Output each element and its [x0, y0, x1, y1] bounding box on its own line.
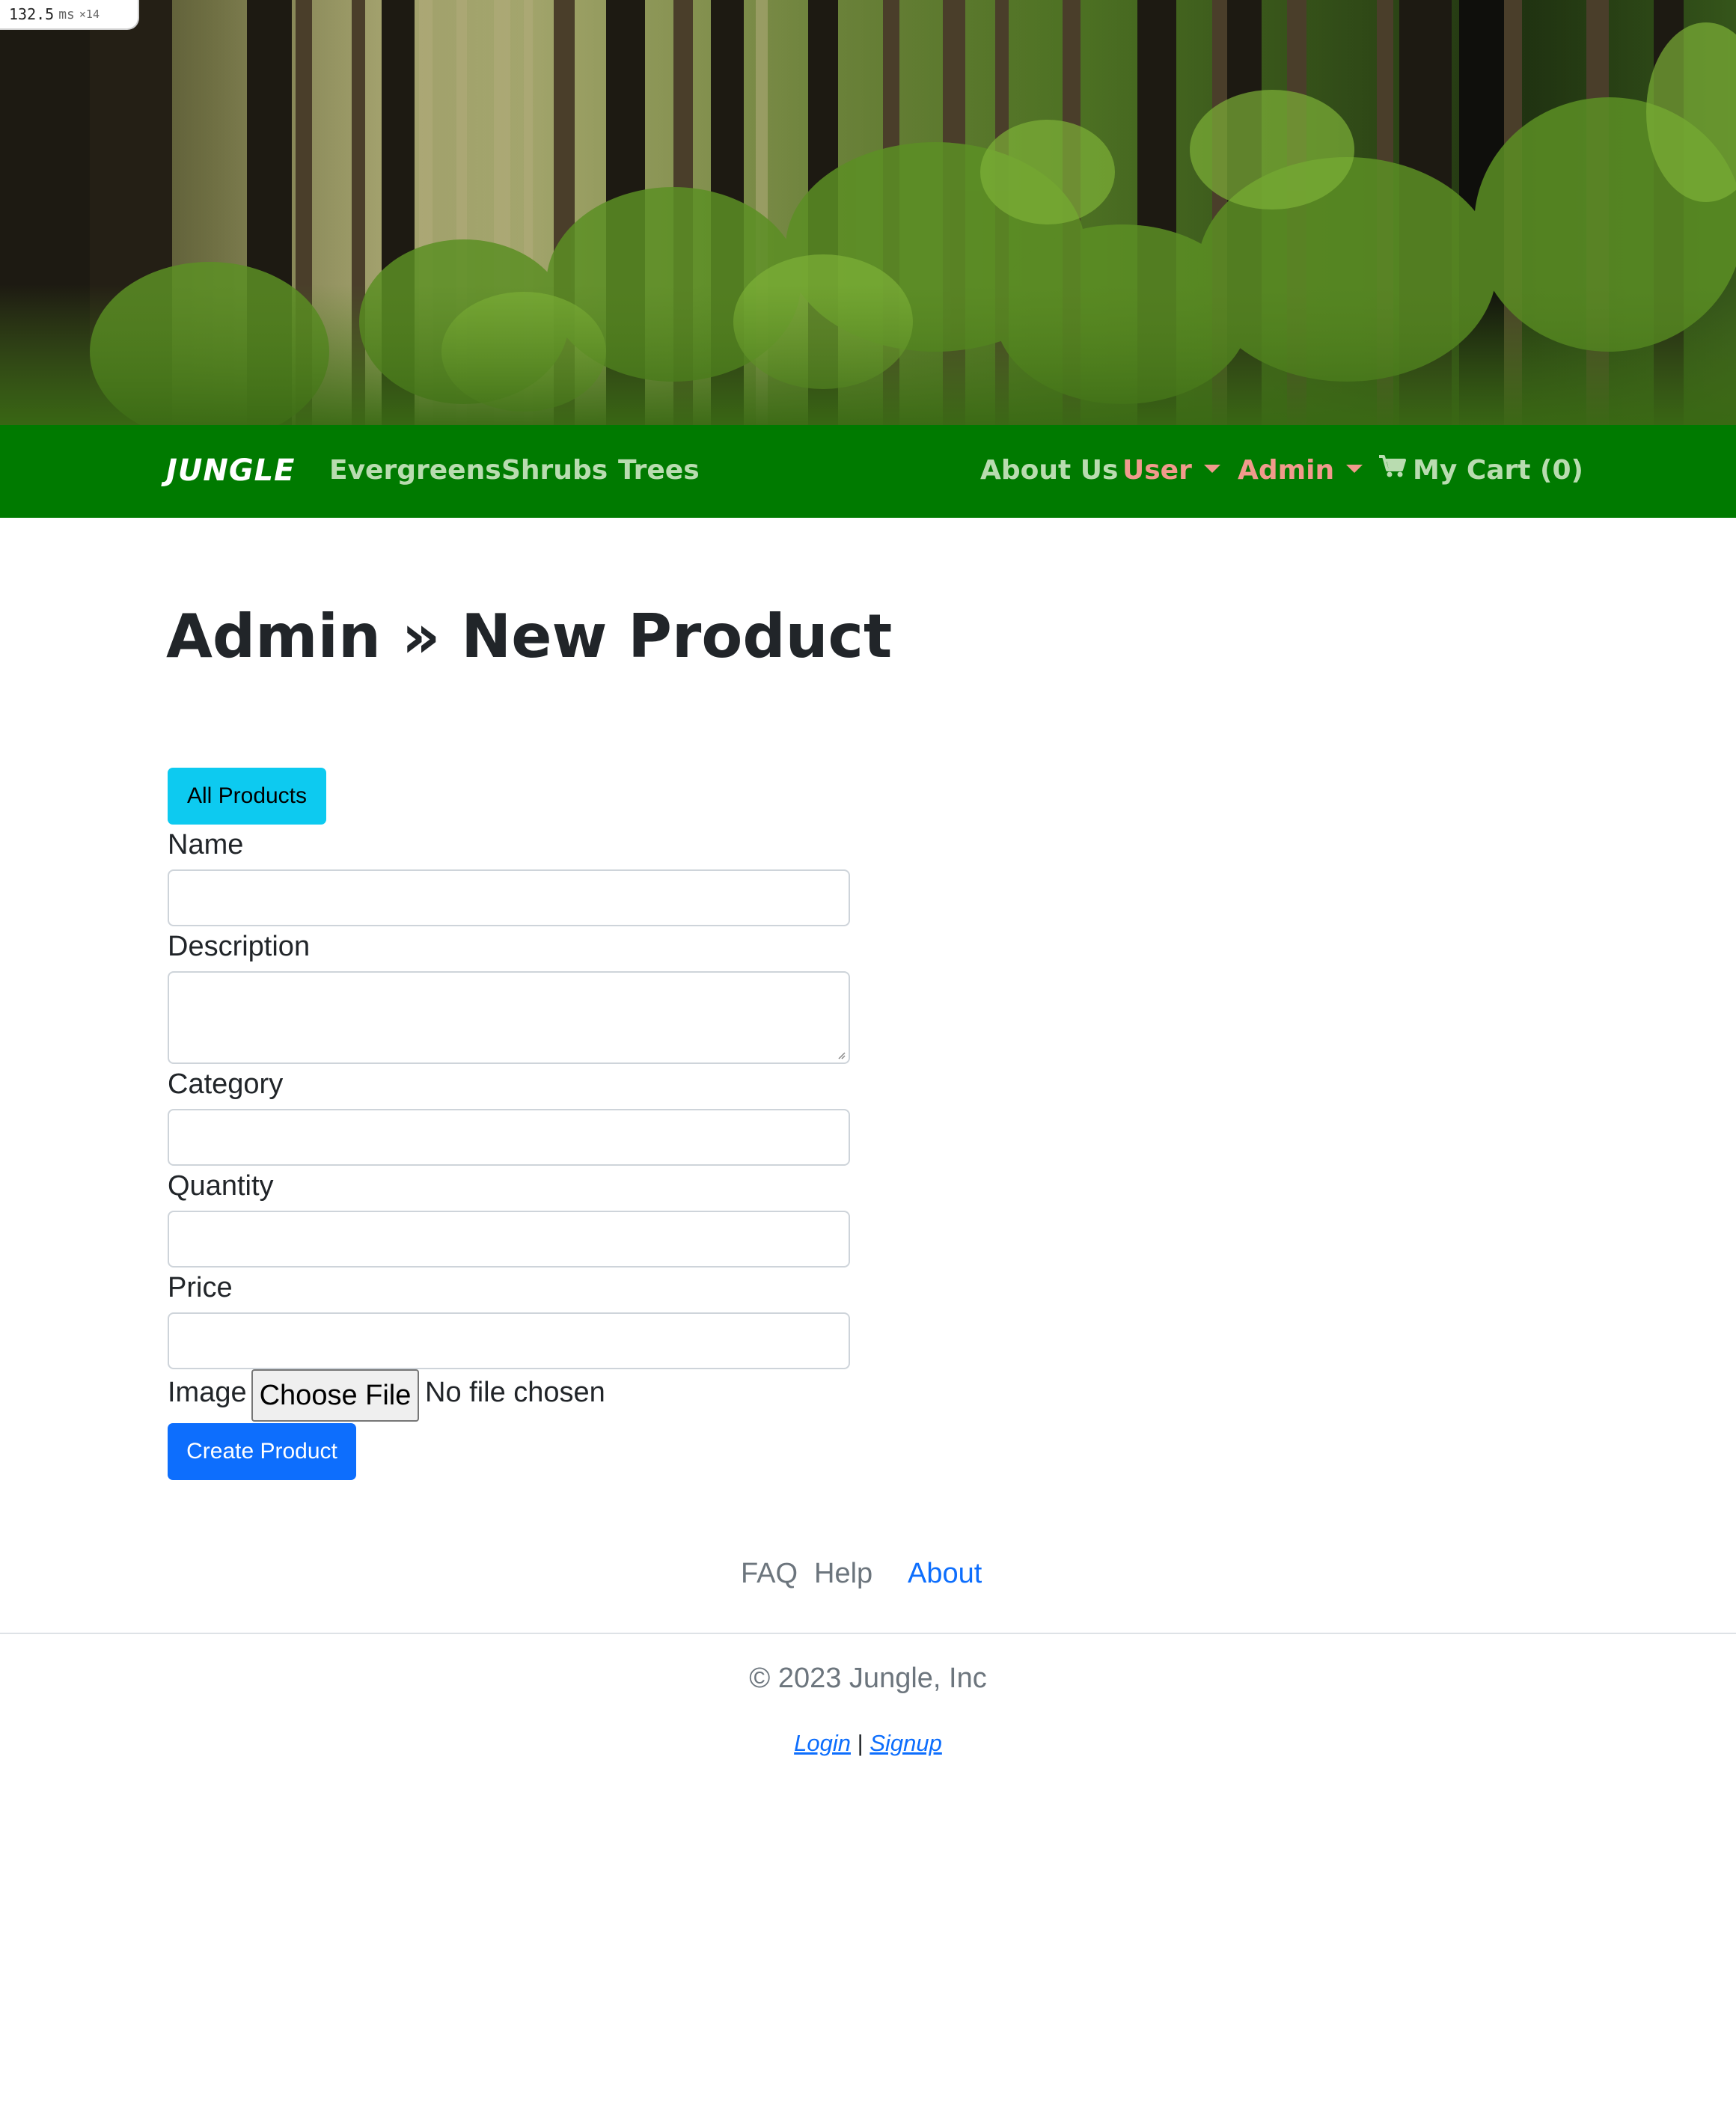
- nav-evergreens[interactable]: Evergreens: [329, 455, 501, 486]
- nav-about-us[interactable]: About Us: [980, 455, 1118, 486]
- hero-forest-image: [0, 0, 1736, 425]
- description-textarea[interactable]: [168, 971, 850, 1064]
- category-label: Category: [168, 1068, 284, 1100]
- nav-my-cart[interactable]: My Cart (0): [1378, 454, 1583, 487]
- chevron-down-icon: [1203, 464, 1220, 473]
- all-products-button[interactable]: All Products: [168, 768, 326, 825]
- cart-icon: [1378, 454, 1407, 485]
- nav-admin-dropdown[interactable]: Admin: [1238, 455, 1363, 486]
- page-title: Admin » New Product: [166, 602, 893, 671]
- auth-links: Login | Signup: [0, 1730, 1736, 1757]
- category-input[interactable]: [168, 1109, 850, 1166]
- login-link[interactable]: Login: [794, 1730, 851, 1756]
- auth-separator: |: [857, 1730, 864, 1756]
- description-label: Description: [168, 931, 311, 962]
- price-input[interactable]: [168, 1312, 850, 1369]
- perf-value: 132.5: [9, 5, 55, 23]
- resize-handle-icon[interactable]: [837, 1051, 846, 1060]
- footer-help-link[interactable]: Help: [814, 1558, 872, 1590]
- cart-label: My Cart (0): [1413, 455, 1583, 486]
- nav-user-dropdown[interactable]: User: [1122, 455, 1220, 486]
- footer-about-link[interactable]: About: [908, 1558, 982, 1590]
- quantity-input[interactable]: [168, 1211, 850, 1268]
- perf-unit: ms: [58, 6, 75, 22]
- nav-user-label: User: [1122, 455, 1192, 486]
- forest-illustration: [0, 0, 1736, 425]
- signup-link[interactable]: Signup: [869, 1730, 942, 1756]
- nav-trees[interactable]: Trees: [618, 455, 700, 486]
- nav-admin-label: Admin: [1238, 455, 1335, 486]
- footer-faq-link[interactable]: FAQ: [741, 1558, 798, 1590]
- name-label: Name: [168, 829, 244, 860]
- top-navbar: JUNGLE Evergreens Shrubs Trees About Us …: [0, 425, 1736, 518]
- footer-divider: [0, 1633, 1736, 1634]
- perf-multiplier: ×14: [79, 7, 100, 21]
- choose-file-button[interactable]: Choose File: [251, 1369, 419, 1422]
- quantity-label: Quantity: [168, 1170, 274, 1202]
- name-input[interactable]: [168, 869, 850, 926]
- chevron-down-icon: [1346, 464, 1363, 473]
- create-product-button[interactable]: Create Product: [168, 1423, 356, 1480]
- file-status-text: No file chosen: [425, 1377, 605, 1408]
- perf-badge: 132.5 ms ×14: [0, 0, 139, 30]
- copyright-text: © 2023 Jungle, Inc: [749, 1663, 987, 1694]
- brand-logo[interactable]: JUNGLE: [166, 453, 295, 488]
- price-label: Price: [168, 1272, 233, 1303]
- nav-shrubs[interactable]: Shrubs: [501, 455, 608, 486]
- image-label: Image: [168, 1377, 247, 1408]
